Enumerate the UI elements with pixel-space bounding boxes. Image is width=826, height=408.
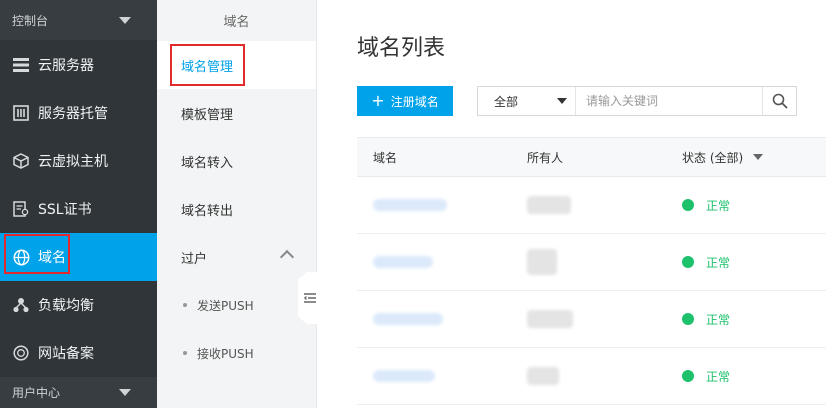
submenu-child-label: 接收PUSH [197,346,254,361]
status-ok-icon [682,256,694,268]
sidebar-item-ssl[interactable]: SSL证书 [0,185,157,233]
sidebar-item-load-balancing[interactable]: 负载均衡 [0,281,157,329]
main-sidebar: 控制台 云服务器 服务器托管 云虚拟主机 SSL证书 域名 负载均衡 网站备案 … [0,0,157,408]
table-row[interactable]: 正常 [357,291,826,348]
submenu-child-receive-push[interactable]: 接收PUSH [157,329,316,377]
sidebar-item-label: 负载均衡 [38,298,94,314]
filter-caret-icon [753,154,764,160]
redacted-domain[interactable] [373,256,433,268]
sidebar-item-label: 云服务器 [38,58,94,74]
record-icon [12,344,30,362]
certificate-icon [12,200,30,218]
status-text: 正常 [706,312,731,327]
column-header-domain: 域名 [373,150,398,165]
table-header: 域名 所有人 状态 (全部) [357,137,826,177]
search-input[interactable] [576,87,762,115]
search-icon [772,93,788,109]
search-button[interactable] [762,87,796,115]
table-row[interactable]: 正常 [357,348,826,405]
submenu-item-label: 过户 [181,251,208,267]
submenu-item-ownership-transfer[interactable]: 过户 [157,233,316,281]
status-text: 正常 [706,369,731,384]
console-label: 控制台 [12,13,49,28]
search-bar: 全部 [477,86,797,116]
status-ok-icon [682,370,694,382]
collapse-submenu-toggle[interactable] [298,272,320,324]
server-icon [12,56,30,74]
domain-table: 域名 所有人 状态 (全部) 正常 正常 正常 正常 [357,137,826,405]
menu-fold-icon [304,293,316,303]
chevron-down-icon [119,389,131,396]
hosting-icon [12,104,30,122]
user-center-group-header[interactable]: 用户中心 [0,377,157,408]
plus-icon: + [371,91,385,110]
redacted-owner [527,249,557,275]
sidebar-item-label: SSL证书 [38,202,92,218]
status-ok-icon [682,199,694,211]
redacted-owner [527,196,571,214]
sidebar-item-website-record[interactable]: 网站备案 [0,329,157,377]
column-header-owner: 所有人 [527,150,564,165]
status-text: 正常 [706,198,731,213]
submenu-title: 域名 [223,15,250,30]
search-scope-value: 全部 [494,94,519,109]
status-ok-icon [682,313,694,325]
bullet-icon [183,303,187,307]
register-domain-label: 注册域名 [390,94,439,109]
main-content: 域名列表 + 注册域名 全部 域名 所有人 状态 (全部) [318,0,826,408]
highlight-box-domain-management [170,44,245,86]
search-scope-select[interactable]: 全部 [478,87,576,115]
load-balancer-icon [12,296,30,314]
sidebar-item-server-hosting[interactable]: 服务器托管 [0,89,157,137]
submenu-item-domain-transfer-in[interactable]: 域名转入 [157,137,316,185]
redacted-domain[interactable] [373,370,435,382]
highlight-box-domain [4,234,70,274]
column-header-status-label: 状态 (全部) [682,150,744,165]
app-root: 控制台 云服务器 服务器托管 云虚拟主机 SSL证书 域名 负载均衡 网站备案 … [0,0,826,408]
column-header-status[interactable]: 状态 (全部) [666,149,826,166]
caret-down-icon [557,98,567,104]
redacted-domain[interactable] [373,313,443,325]
sidebar-item-label: 服务器托管 [38,106,108,122]
sidebar-item-label: 云虚拟主机 [38,154,108,170]
page-title: 域名列表 [357,36,446,61]
submenu-item-template-management[interactable]: 模板管理 [157,89,316,137]
chevron-down-icon [119,16,131,24]
sidebar-item-label: 网站备案 [38,346,94,362]
sidebar-items: 云服务器 服务器托管 云虚拟主机 SSL证书 域名 负载均衡 网站备案 [0,41,157,377]
bullet-icon [183,351,187,355]
redacted-owner [527,310,573,328]
chevron-up-icon [279,249,295,265]
redacted-domain[interactable] [373,199,447,211]
submenu-child-send-push[interactable]: 发送PUSH [157,281,316,329]
redacted-owner [527,367,559,385]
submenu-child-label: 发送PUSH [197,298,254,313]
status-text: 正常 [706,255,731,270]
submenu-item-domain-transfer-out[interactable]: 域名转出 [157,185,316,233]
console-group-header[interactable]: 控制台 [0,0,157,40]
cube-icon [12,152,30,170]
table-row[interactable]: 正常 [357,234,826,291]
register-domain-button[interactable]: + 注册域名 [357,86,453,116]
sidebar-item-cloud-server[interactable]: 云服务器 [0,41,157,89]
sidebar-item-virtual-host[interactable]: 云虚拟主机 [0,137,157,185]
table-row[interactable]: 正常 [357,177,826,234]
user-center-label: 用户中心 [12,386,61,400]
